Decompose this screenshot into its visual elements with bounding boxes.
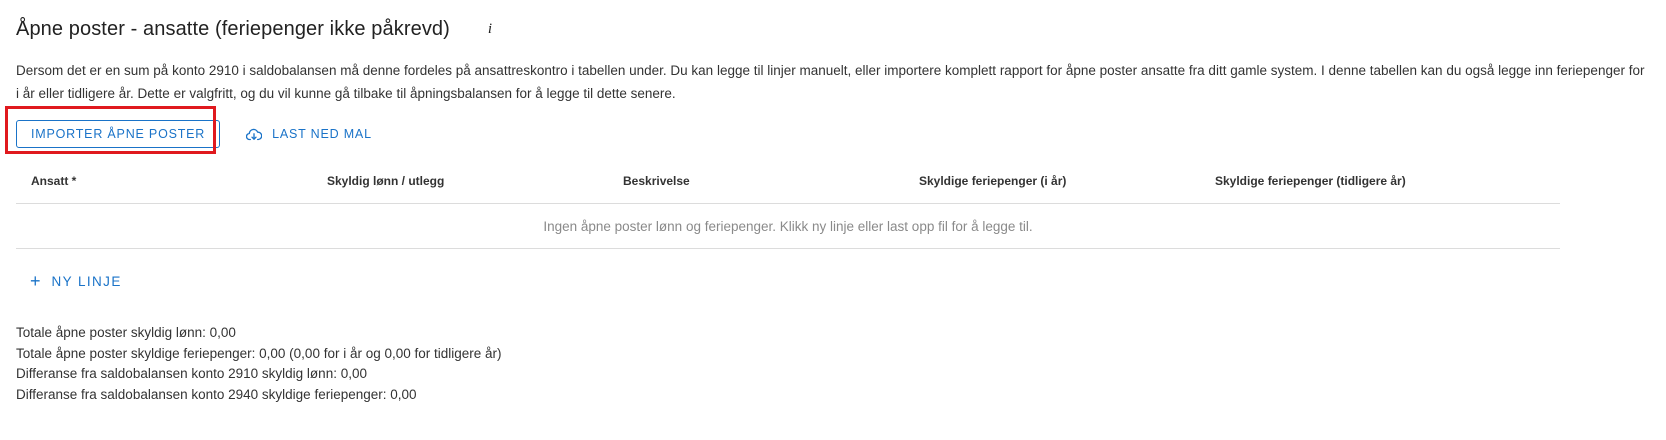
info-icon[interactable]: i — [482, 21, 498, 38]
column-header-salary-owed: Skyldig lønn / utlegg — [327, 173, 445, 188]
empty-state-message: Ingen åpne poster lønn og feriepenger. K… — [16, 204, 1560, 249]
download-template-button[interactable]: LAST NED MAL — [246, 127, 372, 141]
title-row: Åpne poster - ansatte (feriepenger ikke … — [16, 0, 1650, 58]
actions-bar: IMPORTER ÅPNE POSTER LAST NED MAL — [16, 119, 1650, 149]
open-items-card: Åpne poster - ansatte (feriepenger ikke … — [0, 0, 1666, 440]
description-text: Dersom det er en sum på konto 2910 i sal… — [16, 63, 1645, 101]
new-line-button[interactable]: + NY LINJE — [16, 267, 136, 295]
totals-summary: Totale åpne poster skyldig lønn: 0,00 To… — [16, 323, 1650, 405]
column-header-employee: Ansatt * — [31, 173, 77, 188]
page-title: Åpne poster - ansatte (feriepenger ikke … — [16, 17, 450, 40]
total-holiday-pay: Totale åpne poster skyldige feriepenger:… — [16, 345, 502, 361]
column-header-holiday-pay-current: Skyldige feriepenger (i år) — [919, 173, 1067, 188]
import-open-items-button[interactable]: IMPORTER ÅPNE POSTER — [16, 120, 221, 148]
column-header-holiday-pay-previous: Skyldige feriepenger (tidligere år) — [1215, 173, 1406, 188]
table-header: Ansatt * Skyldig lønn / utlegg Beskrivel… — [16, 158, 1560, 204]
cloud-download-icon — [246, 128, 263, 140]
download-template-label: LAST NED MAL — [272, 127, 372, 141]
plus-icon: + — [30, 270, 41, 291]
open-items-table: Ansatt * Skyldig lønn / utlegg Beskrivel… — [16, 158, 1560, 249]
difference-account-2940: Differanse fra saldobalansen konto 2940 … — [16, 386, 417, 402]
difference-account-2910: Differanse fra saldobalansen konto 2910 … — [16, 366, 367, 381]
total-salary-owed: Totale åpne poster skyldig lønn: 0,00 — [16, 325, 236, 340]
column-header-description: Beskrivelse — [623, 173, 690, 188]
new-line-label: NY LINJE — [51, 273, 122, 289]
